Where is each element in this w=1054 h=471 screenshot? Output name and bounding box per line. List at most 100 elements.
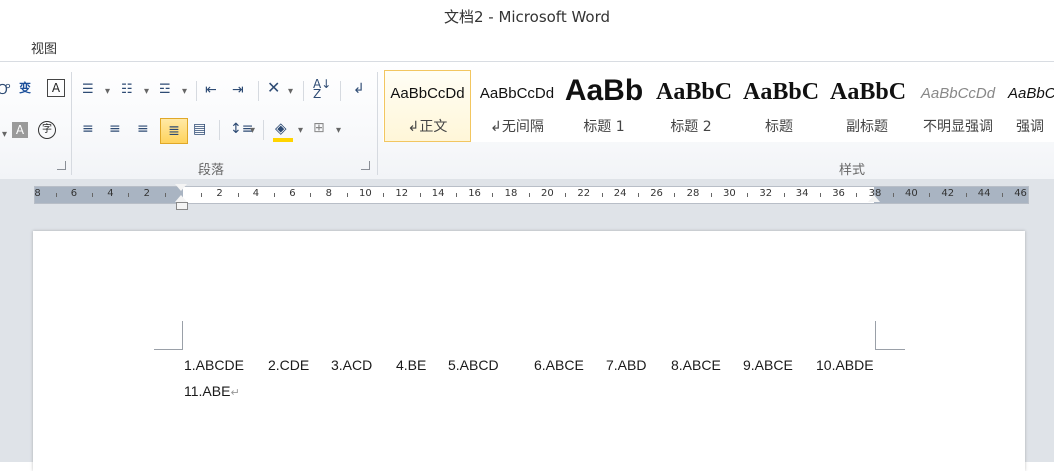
borders-dropdown-icon[interactable]: ▾	[336, 122, 341, 140]
ruler-tick	[820, 193, 821, 197]
enclose-character-icon[interactable]: 字	[38, 121, 56, 139]
crop-mark	[182, 321, 183, 350]
shading-dropdown-icon[interactable]: ▾	[298, 122, 303, 140]
phonetic-guide-icon[interactable]: 变	[19, 79, 31, 97]
style-name: 副标题	[846, 119, 888, 135]
dropdown-arrow-icon[interactable]: ▾	[2, 126, 7, 144]
bullets-dropdown-icon[interactable]: ▾	[105, 83, 110, 101]
distributed-align-icon[interactable]: ▤	[193, 120, 206, 138]
title-bar: 文档2 - Microsoft Word	[0, 0, 1054, 32]
clear-format-icon[interactable]: Ꝍ	[0, 81, 10, 99]
ruler-tick	[237, 193, 239, 197]
style-tile-subtitle[interactable]: AaBbC 副标题	[825, 70, 909, 142]
ruler-tick	[747, 193, 749, 197]
decrease-indent-icon[interactable]: ⇤	[205, 81, 217, 99]
ruler-number: 20	[541, 188, 554, 199]
ruler-tick	[892, 193, 894, 197]
style-tile-subtle-emphasis[interactable]: AaBbCcDd 不明显强调	[913, 70, 1003, 142]
answer-6: 6.ABCE	[534, 357, 584, 373]
ruler-tick	[783, 193, 785, 197]
answer-11: 11.ABE	[184, 383, 231, 399]
show-formatting-marks-icon[interactable]: ↲	[353, 80, 365, 98]
style-tile-emphasis[interactable]: AaBbC 强调	[1005, 70, 1054, 142]
menu-bar: 视图	[0, 32, 1054, 60]
ruler-number: 2	[216, 188, 223, 199]
answer-line-1: 1.ABCDE 2.CDE 3.ACD 4.BE 5.ABCD 6.ABCE 7…	[184, 357, 884, 375]
style-sample: AaBbCcDd	[479, 85, 555, 102]
crop-mark	[876, 349, 905, 350]
ruler-number: 4	[252, 188, 260, 199]
line-spacing-dropdown-icon[interactable]: ▾	[250, 122, 255, 140]
ruler-tick	[856, 193, 858, 197]
ruler-tick	[638, 193, 639, 197]
style-tile-title[interactable]: AaBbC 标题	[737, 70, 821, 142]
numbering-dropdown-icon[interactable]: ▾	[144, 83, 149, 101]
style-name: 不明显强调	[923, 119, 993, 135]
ruler-number: 8	[34, 188, 41, 199]
ruler-number: 14	[431, 188, 445, 199]
shading-color-bar	[273, 138, 293, 142]
character-shading-icon[interactable]: A	[12, 122, 28, 138]
paragraph-group-label: 段落	[198, 163, 225, 178]
group-separator	[71, 72, 72, 175]
ruler-tick	[601, 193, 603, 197]
style-sample: AaBbCcDd	[390, 85, 465, 102]
shading-bucket-icon[interactable]: ◈	[275, 119, 287, 137]
chinese-layout-icon[interactable]: ✕	[267, 79, 280, 97]
style-sample: AaBbCcDd	[920, 85, 996, 102]
style-tile-heading2[interactable]: AaBbC 标题 2	[649, 70, 733, 142]
ruler-number: 28	[686, 188, 700, 199]
style-sample: AaBbC	[743, 79, 820, 105]
borders-icon[interactable]: ⊞	[313, 119, 325, 137]
ruler-tick	[346, 193, 348, 197]
ruler-number: 26	[650, 188, 663, 199]
answer-4: 4.BE	[396, 357, 427, 373]
ruler-tick	[492, 193, 494, 197]
ribbon: Ꝍ 变 A ▾ A 字 ☰ ▾ ☷ ▾ ☲ ▾ ⇤ ⇥ ✕ ▾ A↓ Z ↲ ≡ …	[0, 61, 1054, 180]
style-sample: AaBbC	[1008, 85, 1054, 102]
left-indent-marker[interactable]	[176, 202, 188, 210]
ruler-number: 42	[941, 188, 955, 199]
ruler-tick	[1002, 193, 1003, 197]
ruler-number: 46	[1014, 188, 1027, 199]
ruler-number: 6	[289, 188, 296, 199]
character-border-icon[interactable]: A	[47, 79, 65, 97]
numbering-icon[interactable]: ☷	[121, 81, 133, 99]
ruler-tick	[565, 193, 567, 197]
chinese-layout-dropdown-icon[interactable]: ▾	[288, 83, 293, 101]
align-right-icon[interactable]: ≡	[137, 120, 149, 138]
bullets-icon[interactable]: ☰	[82, 81, 94, 99]
ruler-number: 44	[977, 188, 991, 199]
justify-icon[interactable]: ≣	[160, 118, 188, 144]
increase-indent-icon[interactable]: ⇥	[232, 81, 244, 99]
ruler-number: 12	[395, 188, 409, 199]
answer-7: 7.ABD	[606, 357, 647, 373]
ruler-number: 16	[468, 188, 481, 199]
paragraph-dialog-launcher-icon[interactable]	[361, 161, 370, 170]
first-line-indent-marker[interactable]	[175, 184, 187, 191]
multilevel-list-icon[interactable]: ☲	[159, 81, 171, 99]
ruler-number: 30	[723, 188, 736, 199]
hanging-indent-marker[interactable]	[175, 195, 187, 202]
ruler-tick	[674, 193, 676, 197]
multilevel-dropdown-icon[interactable]: ▾	[182, 83, 187, 101]
document-page[interactable]: 1.ABCDE 2.CDE 3.ACD 4.BE 5.ABCD 6.ABCE 7…	[33, 231, 1025, 471]
right-indent-marker[interactable]	[868, 195, 880, 202]
style-tile-heading1[interactable]: AaBb 标题 1	[563, 70, 645, 142]
style-sample: AaBb	[564, 74, 644, 107]
style-tile-no-spacing[interactable]: AaBbCcDd ↲无间隔	[473, 70, 561, 142]
ruler-tick	[929, 193, 931, 197]
ruler-number: 10	[359, 188, 372, 199]
ruler-number: 34	[795, 188, 809, 199]
ruler-tick	[274, 193, 275, 197]
sort-icon[interactable]: A↓ Z	[313, 78, 331, 100]
font-dialog-launcher-icon[interactable]	[57, 161, 66, 170]
ruler-number: 4	[107, 188, 114, 199]
style-name: 标题 2	[670, 119, 712, 135]
align-center-icon[interactable]: ≡	[109, 120, 121, 138]
align-left-icon[interactable]: ≡	[82, 120, 94, 138]
ruler-number: 8	[325, 188, 332, 199]
crop-mark	[154, 349, 182, 350]
style-tile-normal[interactable]: AaBbCcDd ↲正文	[384, 70, 471, 142]
menu-item-view[interactable]: 视图	[31, 38, 57, 57]
